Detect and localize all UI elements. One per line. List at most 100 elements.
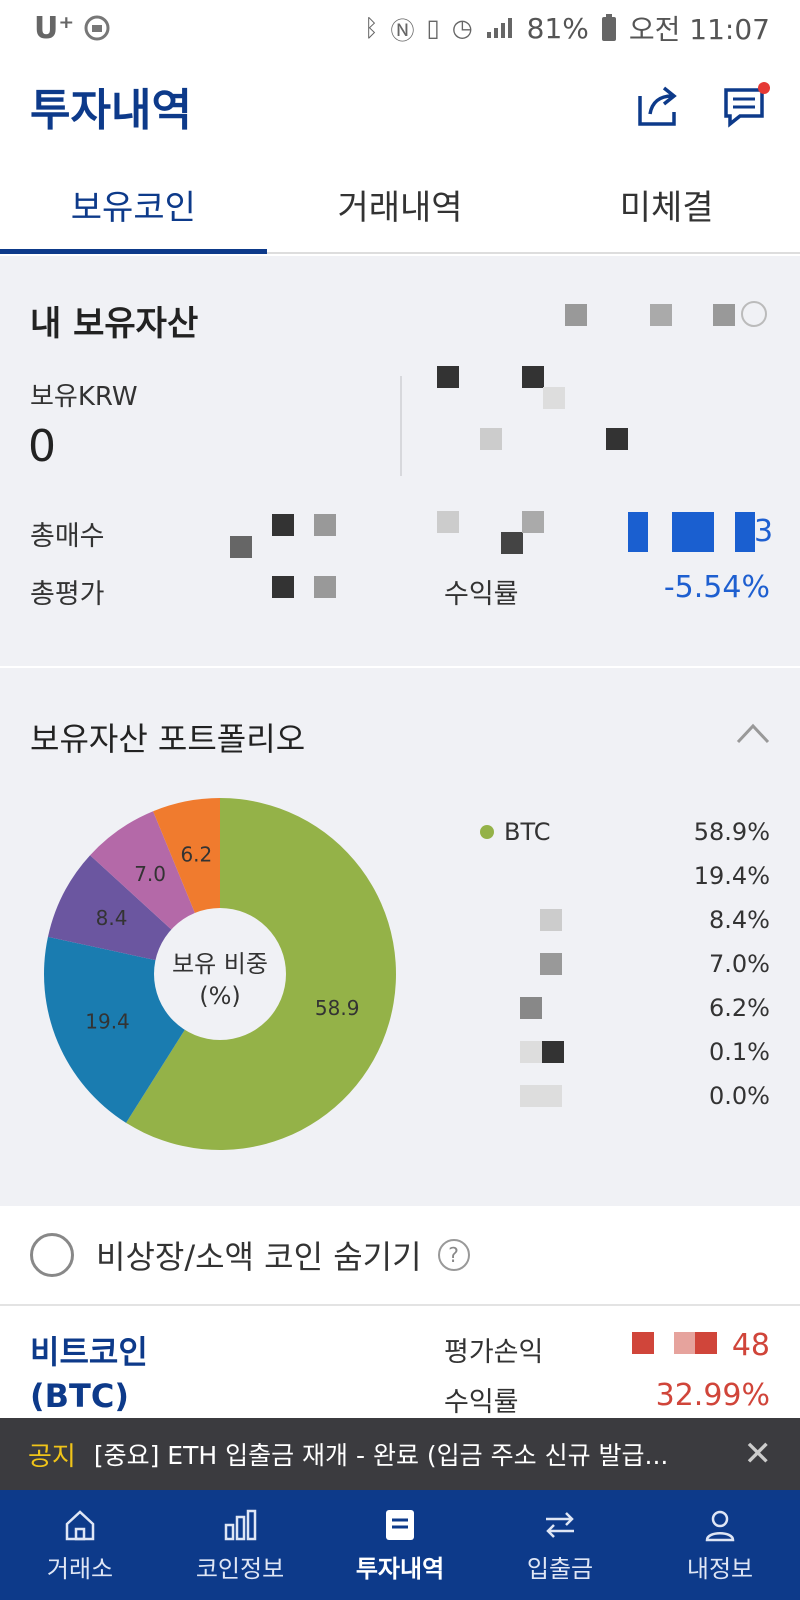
- nav-investments[interactable]: 투자내역: [320, 1490, 480, 1600]
- mosaic-block: [735, 512, 755, 552]
- legend-pct: 8.4%: [709, 906, 770, 934]
- profit-rate-label: 수익률: [444, 579, 519, 610]
- mosaic-block: [437, 366, 459, 388]
- bluetooth-icon: ᛒ: [364, 14, 379, 42]
- mosaic-block: [520, 997, 542, 1019]
- tab-transactions[interactable]: 거래내역: [267, 156, 534, 252]
- legend-item: 0.0%: [480, 1076, 770, 1116]
- status-left: U⁺: [34, 11, 110, 46]
- chat-button[interactable]: [722, 82, 770, 130]
- status-right: ᛒ Ⓝ ▯ ◷ 81% 오전 11:07: [364, 8, 770, 48]
- mosaic-block: [542, 1041, 564, 1063]
- android-icon: [84, 15, 110, 41]
- legend-item: 0.1%: [480, 1032, 770, 1072]
- eval-pl-label: 평가손익: [444, 1337, 544, 1368]
- nav-label: 코인정보: [195, 1554, 285, 1583]
- mosaic-block: [314, 576, 336, 598]
- mosaic-block: [480, 428, 502, 450]
- legend-label: BTC: [504, 818, 551, 846]
- coin-name-korean: 비트코인: [30, 1333, 148, 1371]
- donut-center-unit: (%): [199, 982, 241, 1010]
- total-eval-label: 총평가: [30, 579, 105, 610]
- krw-value: 0: [28, 421, 56, 472]
- chevron-up-icon[interactable]: [736, 718, 770, 748]
- mosaic-block: [565, 304, 587, 326]
- tab-pending[interactable]: 미체결: [533, 156, 800, 252]
- mosaic-block: [540, 953, 562, 975]
- info-icon[interactable]: [740, 300, 768, 328]
- nav-label: 입출금: [526, 1554, 594, 1583]
- battery-percent: 81%: [526, 11, 589, 45]
- hide-small-coins-label: 비상장/소액 코인 숨기기: [96, 1238, 422, 1276]
- close-icon[interactable]: ✕: [744, 1434, 773, 1474]
- legend-dot: [480, 825, 494, 839]
- header-actions: [634, 82, 770, 130]
- home-icon: [65, 1509, 95, 1540]
- total-buy-label: 총매수: [30, 521, 105, 552]
- status-bar: U⁺ ᛒ Ⓝ ▯ ◷ 81% 오전 11:07: [0, 0, 800, 56]
- total-buy-suffix: 3: [754, 514, 774, 549]
- mosaic-block: [628, 512, 648, 552]
- nav-label: 거래소: [46, 1554, 114, 1583]
- notice-tag: 공지: [28, 1441, 76, 1472]
- alarm-icon: ◷: [451, 14, 473, 42]
- share-icon: [638, 86, 677, 126]
- pie-slice-label: 58.9: [315, 996, 360, 1020]
- nav-label: 내정보: [686, 1554, 754, 1583]
- krw-label: 보유KRW: [30, 382, 138, 412]
- person-icon: [705, 1510, 735, 1541]
- pie-slice-label: 7.0: [134, 862, 166, 886]
- mosaic-block: [314, 514, 336, 536]
- notice-banner[interactable]: 공지 [중요] ETH 입출금 재개 - 완료 (입금 주소 신규 발급... …: [0, 1418, 800, 1490]
- mosaic-block: [695, 1332, 717, 1354]
- pie-slice-label: 8.4: [96, 906, 128, 930]
- donut-center-label: 보유 비중: [172, 950, 268, 978]
- tab-holdings[interactable]: 보유코인: [0, 156, 267, 254]
- hide-small-coins-row[interactable]: 비상장/소액 코인 숨기기 ?: [0, 1206, 800, 1306]
- legend-item: 8.4%: [480, 900, 770, 940]
- legend-item: 19.4%: [480, 856, 770, 896]
- notice-message[interactable]: [중요] ETH 입출금 재개 - 완료 (입금 주소 신규 발급...: [94, 1436, 726, 1472]
- legend-pct: 19.4%: [693, 862, 770, 890]
- legend-name: BTC: [480, 818, 550, 846]
- portfolio-section: 보유자산 포트폴리오 보유 비중 (%) 58.9 19.4 8.4 7.0 6.2 B…: [0, 666, 800, 1206]
- legend-name: [480, 997, 542, 1019]
- mosaic-block: [540, 909, 562, 931]
- mosaic-block: [272, 514, 294, 536]
- share-button[interactable]: [634, 82, 682, 130]
- help-icon[interactable]: ?: [437, 1239, 470, 1271]
- legend-pct: 58.9%: [693, 818, 770, 846]
- portfolio-donut-chart: 보유 비중 (%) 58.9 19.4 8.47.0 6.2: [44, 798, 396, 1150]
- nav-label: 투자내역: [355, 1554, 445, 1583]
- carrier-label: U⁺: [34, 10, 75, 46]
- mosaic-block: [230, 536, 252, 558]
- legend-name: [480, 1085, 562, 1107]
- nav-exchange[interactable]: 거래소: [0, 1490, 160, 1600]
- tab-bar: 보유코인 거래내역 미체결: [0, 156, 800, 254]
- portfolio-title: 보유자산 포트폴리오: [30, 720, 306, 758]
- hide-small-coins-radio[interactable]: [30, 1233, 74, 1277]
- coin-name: 비트코인 (BTC): [30, 1330, 148, 1418]
- mosaic-block: [520, 1085, 562, 1107]
- nav-coin-info[interactable]: 코인정보: [160, 1490, 320, 1600]
- signal-icon: [486, 18, 512, 38]
- legend-name: [480, 1041, 564, 1063]
- mosaic-block: [713, 304, 735, 326]
- coin-rate-label: 수익률: [444, 1387, 519, 1418]
- clock-time: 오전 11:07: [628, 13, 770, 46]
- vibrate-icon: ▯: [426, 14, 440, 42]
- mosaic-block: [522, 366, 544, 388]
- document-icon: [386, 1509, 414, 1540]
- eval-pl-value: 48: [731, 1328, 770, 1363]
- bottom-nav: 거래소 코인정보 투자내역 입출금 내정보: [0, 1490, 800, 1600]
- page-title: 투자내역: [30, 85, 192, 136]
- nav-deposit-withdraw[interactable]: 입출금: [480, 1490, 640, 1600]
- mosaic-block: [632, 1332, 654, 1354]
- nav-my-info[interactable]: 내정보: [640, 1490, 800, 1600]
- pie-slice-label: 6.2: [180, 842, 212, 866]
- coin-row-btc[interactable]: 비트코인 (BTC) 평가손익 48 수익률 32.99%: [0, 1308, 800, 1418]
- asset-summary: 내 보유자산 보유KRW 0 총매수 3 총평가 수익률 -5.54%: [0, 256, 800, 666]
- profit-rate-value: -5.54%: [663, 570, 770, 605]
- mosaic-block: [272, 576, 294, 598]
- app-header: 투자내역: [0, 56, 800, 156]
